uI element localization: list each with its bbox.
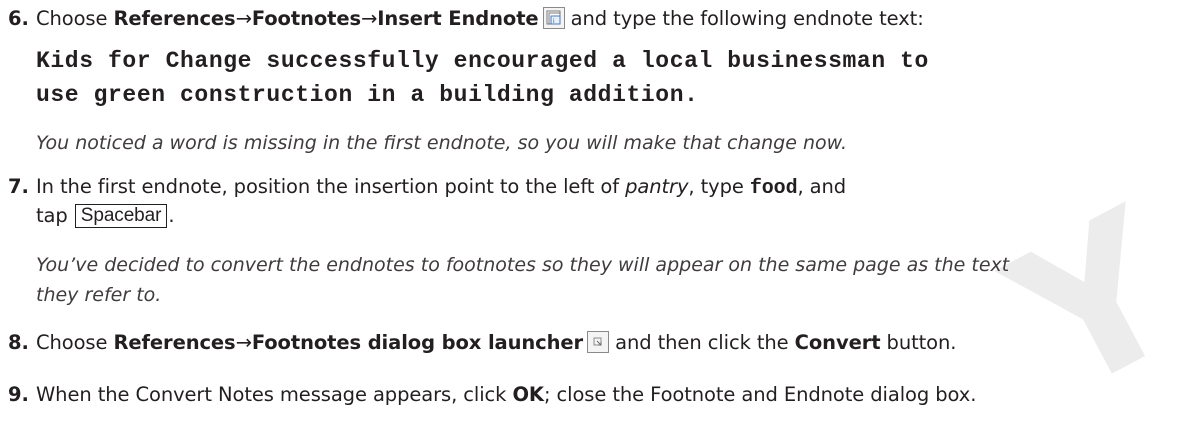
step-text: Choose xyxy=(36,7,114,30)
step-text: and then click the xyxy=(609,331,795,354)
arrow: → xyxy=(235,331,252,354)
insert-endnote-icon: i xyxy=(542,7,565,29)
step-8: 8. Choose References→Footnotes dialog box… xyxy=(8,328,1188,358)
convert-label: Convert xyxy=(794,331,881,354)
step-text: tap xyxy=(36,204,74,227)
step-text: . xyxy=(168,204,175,227)
step-text: button. xyxy=(880,331,957,354)
step-number: 9. xyxy=(8,383,29,406)
step-note: they refer to. xyxy=(36,284,162,306)
step-7-line2: tap Spacebar. xyxy=(8,201,1194,231)
italic-word: pantry xyxy=(625,175,689,198)
step-text: , type xyxy=(688,175,750,198)
step-text: , and xyxy=(797,175,847,198)
arrow: → xyxy=(235,7,252,30)
step-number: 7. xyxy=(8,175,29,198)
menu-references: References xyxy=(113,331,236,354)
menu-insert-endnote: Insert Endnote xyxy=(377,7,539,30)
spacebar-key: Spacebar xyxy=(74,204,168,228)
endnote-code-line: Kids for Change successfully encouraged … xyxy=(36,48,929,74)
arrow: → xyxy=(361,7,378,30)
step-number: 8. xyxy=(8,331,29,354)
step-9: 9. When the Convert Notes message appears… xyxy=(8,380,1188,410)
step-note: You noticed a word is missing in the fir… xyxy=(36,132,847,154)
menu-footnotes: Footnotes xyxy=(251,7,362,30)
menu-footnotes-launcher: Footnotes dialog box launcher xyxy=(251,331,584,354)
step-7: 7. In the first endnote, position the ins… xyxy=(8,172,1188,204)
step-text: ; close the Footnote and Endnote dialog … xyxy=(543,383,977,406)
step-text: and type the following endnote text: xyxy=(564,7,924,30)
step-text: When the Convert Notes message appears, … xyxy=(36,383,513,406)
step-6: 6. Choose References→Footnotes→Insert End… xyxy=(8,4,1188,34)
menu-references: References xyxy=(113,7,236,30)
ok-label: OK xyxy=(512,383,544,406)
endnote-code-line: use green construction in a building add… xyxy=(36,82,699,108)
step-note: You’ve decided to convert the endnotes t… xyxy=(36,254,1010,276)
step-number: 6. xyxy=(8,7,29,30)
dialog-launcher-icon xyxy=(587,331,610,353)
typed-word: food xyxy=(749,177,798,200)
step-text: Choose xyxy=(36,331,114,354)
step-text: In the first endnote, position the inser… xyxy=(36,175,626,198)
